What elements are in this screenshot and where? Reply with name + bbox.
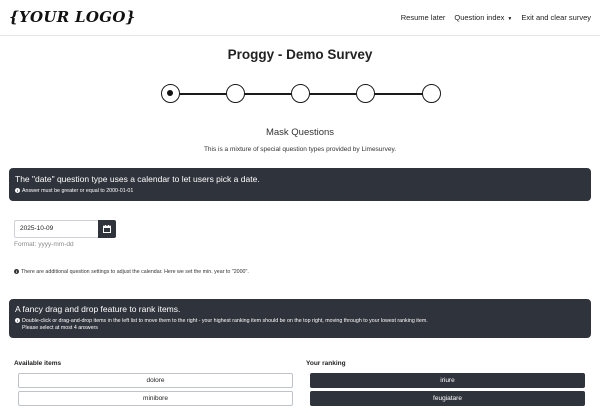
info-circle-icon: i [15,188,20,194]
group-title: Mask Questions [265,127,335,138]
date-question-help-text: Answer must be greater or equal to 2000-… [22,188,134,194]
resume-later-link[interactable]: Resume later [401,13,446,22]
caret-down-icon: ▼ [507,16,513,22]
ranking-question-text: A fancy drag and drop feature to rank it… [15,304,181,314]
calendar-button[interactable] [98,220,116,238]
progress-step-2 [226,84,245,103]
info-circle-icon: i [14,269,19,275]
progress-step-1 [161,84,180,103]
question-index-dropdown[interactable]: Question index ▼ [454,13,512,22]
exit-clear-link[interactable]: Exit and clear survey [521,13,591,22]
date-input[interactable]: 2025-10-09 [14,220,98,238]
ranked-item[interactable]: iriure [310,373,585,388]
progress-steps [161,84,443,104]
top-navbar: {YOUR LOGO} Resume later Question index ▼… [0,0,600,36]
available-items-label: Available items [14,360,62,367]
survey-content: Proggy - Demo Survey Mask Questions This… [0,36,600,414]
info-circle-icon: i [15,318,20,324]
date-question-help: i Answer must be greater or equal to 2000… [15,188,585,195]
progress-step-3 [291,84,310,103]
group-description: This is a mixture of special question ty… [203,146,397,153]
date-question-text: The "date" question type uses a calendar… [15,174,260,184]
question-index-label: Question index [454,13,505,22]
date-question-header: The "date" question type uses a calendar… [9,168,591,201]
date-question-note-text: There are additional question settings t… [21,269,249,275]
calendar-icon [103,225,111,233]
date-format-hint: Format: yyyy-mm-dd [14,241,74,248]
nav-links: Resume later Question index ▼ Exit and cl… [401,13,591,22]
available-item[interactable]: minibore [18,391,293,406]
ranking-question-header: A fancy drag and drop feature to rank it… [9,299,591,338]
progress-step-5 [422,84,441,103]
ranking-question-help-text: Double-click or drag-and-drop items in t… [22,318,428,324]
ranking-question-help2: Please select at most 4 answers [22,325,98,331]
progress-step-4 [356,84,375,103]
logo: {YOUR LOGO} [9,8,136,26]
survey-title: Proggy - Demo Survey [227,47,373,62]
date-question-note: i There are additional question settings … [14,269,249,275]
ranked-item[interactable]: feugiatare [310,391,585,406]
your-ranking-label: Your ranking [306,360,346,367]
ranking-question-help: i Double-click or drag-and-drop items in … [15,318,585,325]
available-item[interactable]: dolore [18,373,293,388]
